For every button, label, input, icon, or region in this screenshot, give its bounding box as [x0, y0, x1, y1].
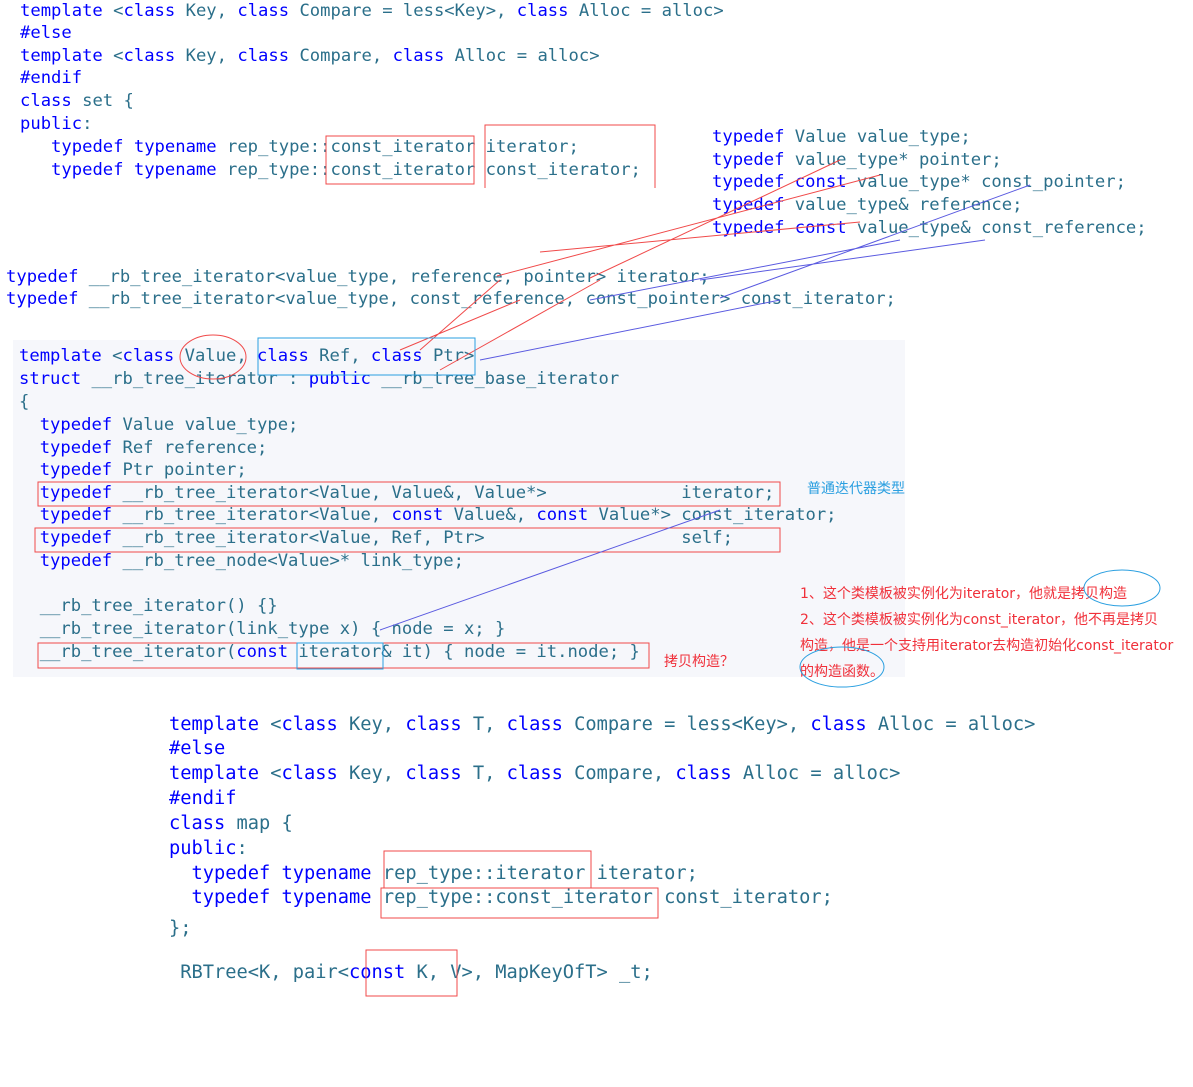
red-highlight-boxes: [34, 124, 881, 997]
red-box: [37, 481, 781, 507]
blue-arrow: [379, 184, 1031, 631]
red-circle: [179, 334, 247, 380]
blue-circle: [799, 646, 885, 688]
blue-annotations: [257, 184, 1161, 688]
red-box: [325, 135, 475, 185]
annotation-overlay: [34, 124, 1161, 997]
red-box: [484, 124, 656, 188]
red-box: [380, 887, 659, 919]
blue-box: [296, 642, 384, 670]
blue-box: [257, 337, 476, 376]
red-box: [34, 527, 781, 553]
red-box: [383, 850, 592, 889]
red-box: [37, 642, 650, 669]
red-box: [365, 949, 458, 997]
blue-circle: [1083, 569, 1161, 607]
